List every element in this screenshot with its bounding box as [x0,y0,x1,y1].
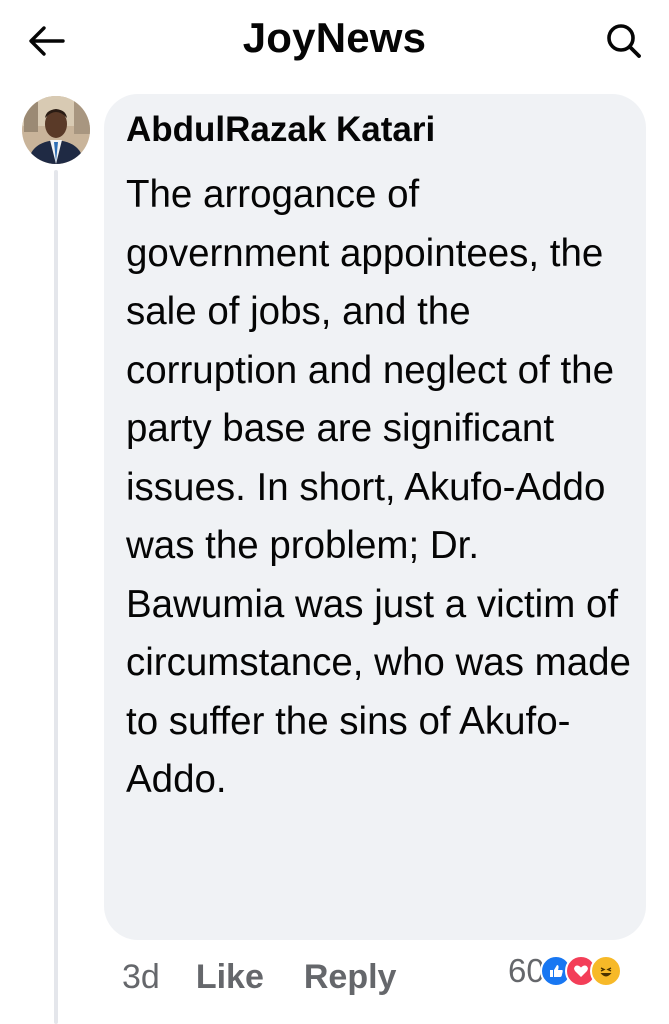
comment-author[interactable]: AbdulRazak Katari [126,110,435,150]
avatar[interactable] [22,96,90,164]
comment-text: The arrogance of government appointees, … [126,173,631,801]
comment-actions: 3d Like Reply [122,952,436,1002]
comment-bubble: AbdulRazak Katari The arrogance of gover… [104,94,646,940]
search-button[interactable] [599,18,649,64]
page-title: JoyNews [242,14,427,61]
thread-line [54,170,58,1024]
reaction-summary[interactable]: 60 [508,948,622,994]
haha-icon [589,955,622,987]
reply-button[interactable]: Reply [304,958,397,997]
profile-photo-icon [22,96,90,164]
like-button[interactable]: Like [196,958,264,997]
search-icon [607,24,641,58]
comment-timestamp[interactable]: 3d [122,958,160,997]
top-app-bar: JoyNews [0,0,669,84]
